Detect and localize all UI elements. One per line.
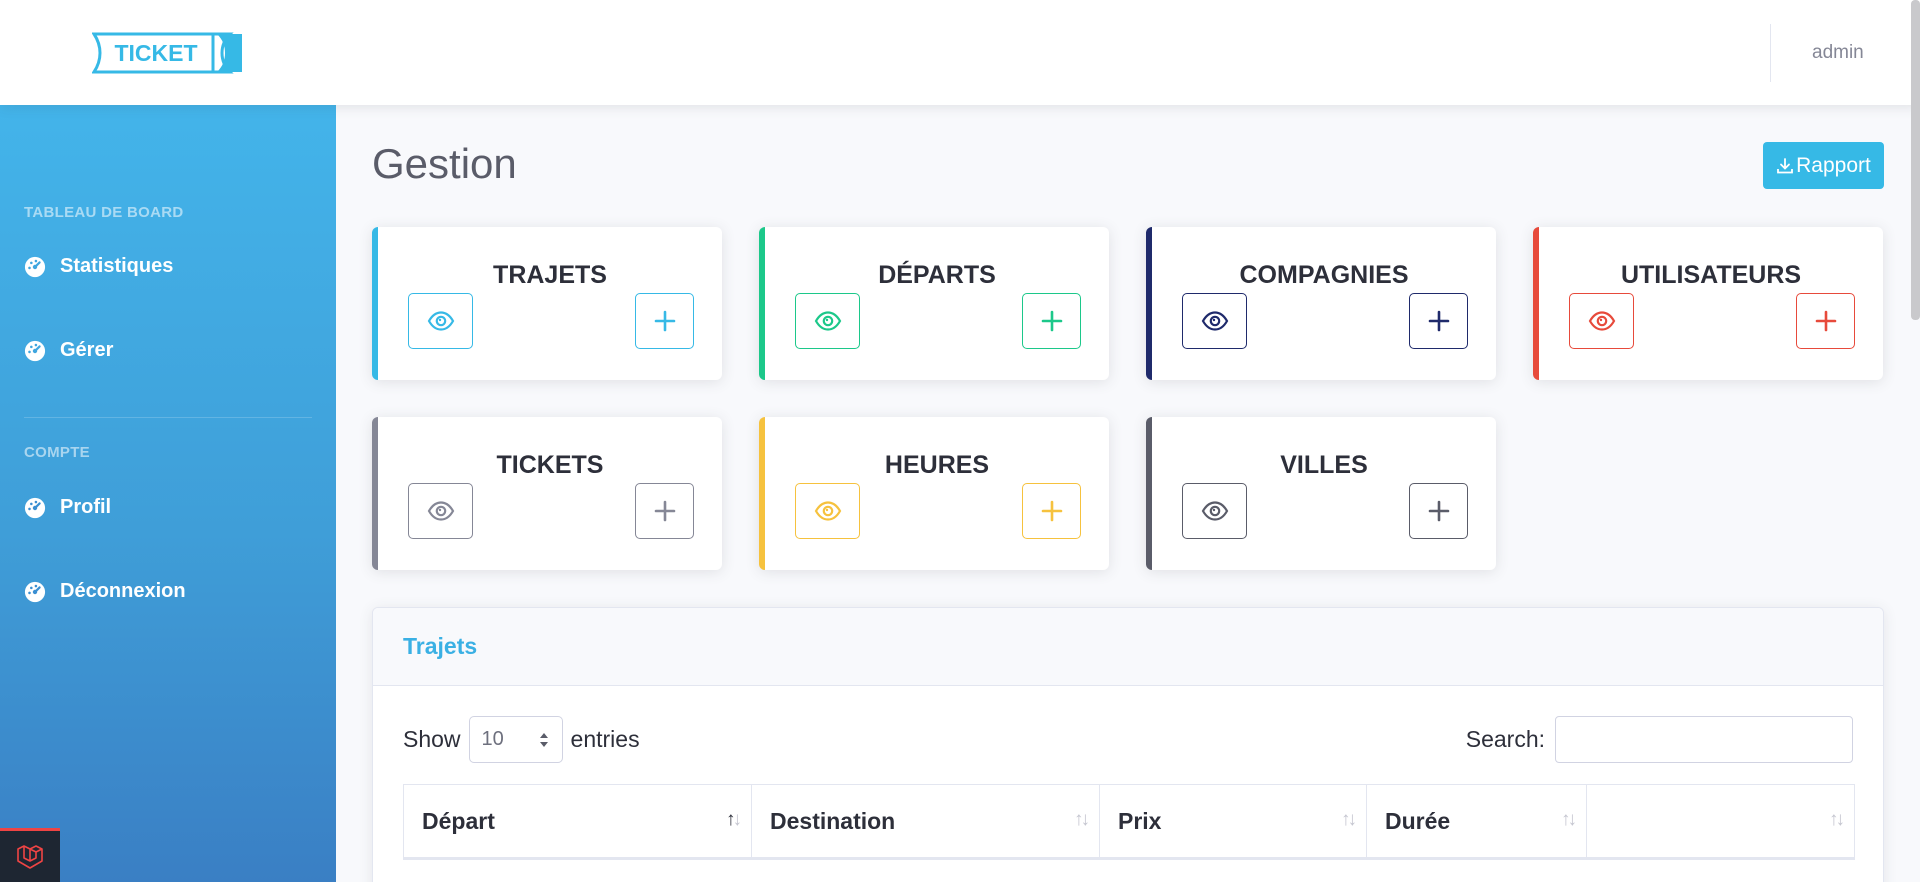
column-header-actions[interactable]: ↑↓ [1587,785,1854,857]
plus-icon [1428,500,1449,522]
sidebar-item-label: Profil [60,496,112,518]
search-input[interactable] [1555,716,1853,763]
card-compagnies: COMPAGNIES [1146,227,1496,380]
card-utilisateurs: UTILISATEURS [1533,227,1883,380]
sidebar-item-label: Déconnexion [60,580,186,602]
table-header: Départ ↑↓ Destination ↑↓ Prix ↑↓ Durée ↑… [403,784,1855,860]
view-villes-button[interactable] [1182,483,1247,539]
sidebar-item-deconnexion[interactable]: Déconnexion [24,580,186,603]
column-header-label: Prix [1118,807,1162,834]
column-header-label: Départ [422,807,495,834]
sidebar: TABLEAU DE BOARD Statistiques Gérer COMP… [0,105,336,882]
add-utilisateur-button[interactable] [1796,293,1855,349]
card-departs: DÉPARTS [759,227,1109,380]
search-label: Search: [1465,726,1545,752]
download-icon [1777,157,1794,173]
report-button-label: Rapport [1796,153,1871,177]
view-compagnies-button[interactable] [1182,293,1247,349]
card-villes: VILLES [1146,417,1496,570]
plus-icon [1815,310,1836,332]
column-header-label: Destination [770,807,896,834]
page-title: Gestion [372,140,517,187]
panel-header: Trajets [373,608,1883,686]
dashboard-icon [24,497,46,518]
card-title: DÉPARTS [878,261,996,289]
card-trajets: TRAJETS [372,227,722,380]
sidebar-heading-compte: COMPTE [24,444,90,461]
sort-icon: ↑↓ [726,809,742,830]
card-heures: HEURES [759,417,1109,570]
view-trajets-button[interactable] [408,293,473,349]
eye-icon [1201,501,1228,521]
ticket-logo[interactable]: TICKET [92,32,244,74]
plus-icon [1041,500,1062,522]
laravel-debugbar-badge[interactable] [0,828,60,882]
eye-icon [1588,311,1615,331]
card-title: HEURES [884,451,990,479]
select-arrows-icon [539,732,548,747]
sort-icon: ↑↓ [1829,809,1845,830]
column-header-duree[interactable]: Durée ↑↓ [1367,785,1587,857]
entries-select-value: 10 [481,728,504,750]
card-tickets: TICKETS [372,417,722,570]
eye-icon [427,501,454,521]
topbar-divider [1770,24,1771,82]
sidebar-item-statistiques[interactable]: Statistiques [24,255,173,278]
sidebar-heading-dashboard: TABLEAU DE BOARD [24,204,184,221]
eye-icon [427,311,454,331]
card-title: UTILISATEURS [1620,261,1802,289]
logo-text: TICKET [114,40,197,66]
add-depart-button[interactable] [1022,293,1081,349]
view-departs-button[interactable] [795,293,860,349]
entries-length-control: Show 10 entries [403,716,640,763]
sidebar-divider [24,417,312,418]
laravel-icon [17,844,43,869]
eye-icon [1201,311,1228,331]
user-menu[interactable]: admin [1812,42,1864,64]
column-header-prix[interactable]: Prix ↑↓ [1100,785,1367,857]
eye-icon [814,311,841,331]
plus-icon [654,310,675,332]
plus-icon [654,500,675,522]
column-header-destination[interactable]: Destination ↑↓ [752,785,1100,857]
entries-select[interactable]: 10 [468,716,563,763]
show-label: Show [403,726,461,752]
plus-icon [1041,310,1062,332]
dashboard-icon [24,581,46,602]
dashboard-icon [24,340,46,361]
card-title: TICKETS [496,451,604,479]
eye-icon [814,501,841,521]
add-compagnie-button[interactable] [1409,293,1468,349]
card-title: TRAJETS [493,261,607,289]
card-title: COMPAGNIES [1239,261,1409,289]
card-title: VILLES [1280,451,1368,479]
plus-icon [1428,310,1449,332]
table-search: Search: [1466,716,1853,763]
sort-icon: ↑↓ [1341,809,1357,830]
scrollbar[interactable] [1911,0,1920,320]
column-header-label: Durée [1385,807,1451,834]
column-header-depart[interactable]: Départ ↑↓ [404,785,752,857]
add-trajet-button[interactable] [635,293,694,349]
add-heure-button[interactable] [1022,483,1081,539]
report-button[interactable]: Rapport [1763,142,1884,189]
dashboard-icon [24,256,46,277]
view-tickets-button[interactable] [408,483,473,539]
sort-icon: ↑↓ [1561,809,1577,830]
top-navbar: TICKET admin [0,0,1920,105]
sort-icon: ↑↓ [1074,809,1090,830]
add-ticket-button[interactable] [635,483,694,539]
add-ville-button[interactable] [1409,483,1468,539]
entries-label: entries [570,726,640,752]
sidebar-item-profil[interactable]: Profil [24,496,111,519]
view-heures-button[interactable] [795,483,860,539]
panel-title: Trajets [403,633,478,659]
trajets-table-panel: Trajets Show 10 entries Search: Départ ↑… [372,607,1884,882]
sidebar-item-label: Statistiques [60,255,174,277]
view-utilisateurs-button[interactable] [1569,293,1634,349]
sidebar-item-gerer[interactable]: Gérer [24,339,113,362]
sidebar-item-label: Gérer [60,339,114,361]
